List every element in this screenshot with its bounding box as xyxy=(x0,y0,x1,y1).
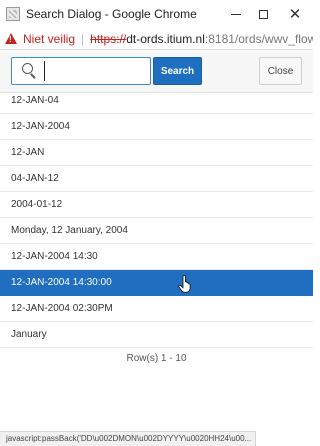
search-icon xyxy=(22,63,38,79)
list-item[interactable]: 12-JAN-2004 xyxy=(0,114,313,140)
list-item[interactable]: 2004-01-12 xyxy=(0,192,313,218)
window-close-button[interactable]: ✕ xyxy=(281,4,309,24)
result-list: 12-JAN-04 12-JAN-2004 12-JAN 04-JAN-12 2… xyxy=(0,88,313,348)
hand-cursor-icon xyxy=(178,275,191,293)
list-item[interactable]: 04-JAN-12 xyxy=(0,166,313,192)
list-item[interactable]: January xyxy=(0,322,313,348)
address-separator: | xyxy=(81,31,85,46)
warning-icon xyxy=(5,33,17,44)
list-item[interactable]: 12-JAN xyxy=(0,140,313,166)
maximize-icon xyxy=(258,9,268,19)
search-field[interactable] xyxy=(11,57,151,85)
pagination-info: Row(s) 1 - 10 xyxy=(126,353,187,364)
minimize-button[interactable] xyxy=(222,4,250,24)
search-button[interactable]: Search xyxy=(153,57,202,85)
search-input[interactable] xyxy=(44,61,144,81)
status-bar: javascript:passBack('DD\u002DMON\u002DYY… xyxy=(0,431,257,446)
list-item[interactable]: Monday, 12 January, 2004 xyxy=(0,218,313,244)
url-scheme: https:// xyxy=(90,31,127,46)
close-icon: ✕ xyxy=(288,5,302,23)
window-title: Search Dialog - Google Chrome xyxy=(26,7,197,21)
list-item-label: 12-JAN-2004 14:30:00 xyxy=(11,277,112,288)
list-item-selected[interactable]: 12-JAN-2004 14:30:00 xyxy=(0,270,313,296)
app-icon xyxy=(6,7,20,21)
list-item[interactable]: 12-JAN-04 xyxy=(0,88,313,114)
url-path: :8181/ords/wwv_flow. xyxy=(204,31,313,46)
list-item[interactable]: 12-JAN-2004 02:30PM xyxy=(0,296,313,322)
maximize-button[interactable] xyxy=(249,4,277,24)
url-host: dt-ords.itium.nl xyxy=(126,31,205,46)
address-bar[interactable]: Niet veilig | https:// dt-ords.itium.nl … xyxy=(0,28,313,50)
search-toolbar: Search Close xyxy=(0,51,313,93)
security-label[interactable]: Niet veilig xyxy=(23,32,75,46)
minimize-icon xyxy=(231,13,241,15)
list-item[interactable]: 12-JAN-2004 14:30 xyxy=(0,244,313,270)
window-title-bar: Search Dialog - Google Chrome ✕ xyxy=(0,0,313,28)
close-button[interactable]: Close xyxy=(259,57,302,85)
